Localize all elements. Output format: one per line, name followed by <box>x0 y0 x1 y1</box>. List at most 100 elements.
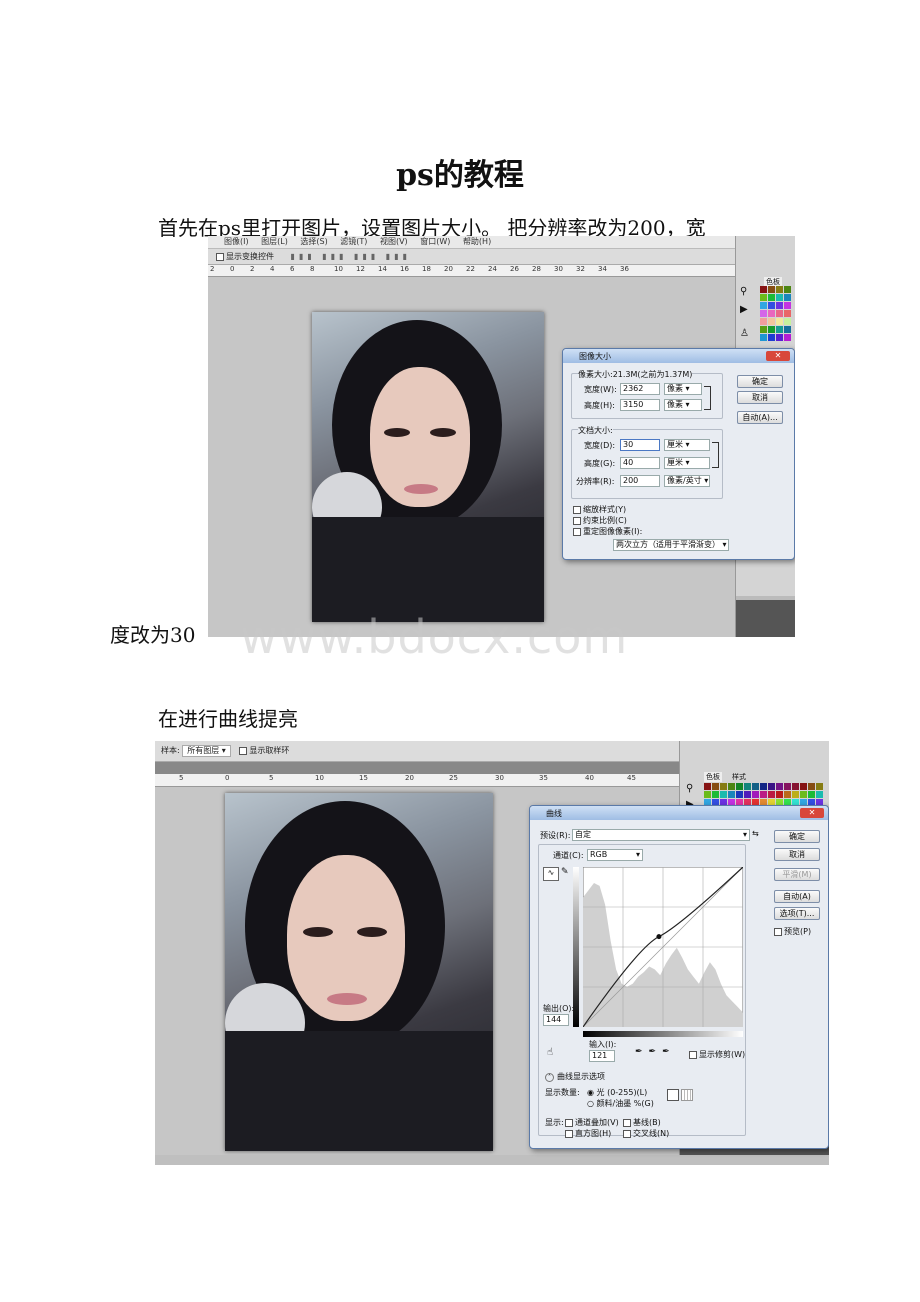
show-ring-checkbox[interactable]: 显示取样环 <box>239 746 289 755</box>
ok-button[interactable]: 确定 <box>774 830 820 843</box>
preset-select[interactable]: 自定 ▾ <box>572 829 750 841</box>
color-swatch[interactable] <box>776 302 783 309</box>
sample-select[interactable]: 所有图层 ▾ <box>182 745 231 757</box>
color-swatch[interactable] <box>712 791 719 798</box>
color-swatch[interactable] <box>776 310 783 317</box>
color-swatch[interactable] <box>768 302 775 309</box>
color-swatch[interactable] <box>760 334 767 341</box>
color-swatch[interactable] <box>760 294 767 301</box>
color-swatch[interactable] <box>760 318 767 325</box>
color-swatch[interactable] <box>752 783 759 790</box>
panel-tab-styles[interactable]: 样式 <box>730 772 748 782</box>
align-icons[interactable]: ▮▮▮ ▮▮▮ ▮▮▮ ▮▮▮ <box>291 252 411 261</box>
color-swatch[interactable] <box>776 318 783 325</box>
amount-pigment-radio[interactable]: ○ 颜料/油墨 %(G) <box>587 1098 654 1109</box>
color-swatch[interactable] <box>776 326 783 333</box>
play-icon[interactable]: ▶ <box>740 304 754 316</box>
output-input[interactable]: 144 <box>543 1014 569 1026</box>
auto-button[interactable]: 自动(A) <box>774 890 820 903</box>
color-swatch[interactable] <box>784 783 791 790</box>
doc-width-input[interactable]: 30 <box>620 439 660 451</box>
preview-checkbox[interactable]: 预览(P) <box>774 926 811 937</box>
auto-button[interactable]: 自动(A)... <box>737 411 783 424</box>
ok-button[interactable]: 确定 <box>737 375 783 388</box>
resolution-input[interactable]: 200 <box>620 475 660 487</box>
hand-adjust-icon[interactable]: ☝ <box>547 1047 553 1058</box>
tool-icon[interactable]: ⚲ <box>740 286 754 300</box>
color-swatch[interactable] <box>808 783 815 790</box>
histogram-checkbox[interactable]: 直方图(H) <box>565 1128 611 1139</box>
options-button[interactable]: 选项(T)... <box>774 907 820 920</box>
input-input[interactable]: 121 <box>589 1050 615 1062</box>
color-swatch[interactable] <box>768 318 775 325</box>
grid-detailed-icon[interactable] <box>681 1089 693 1101</box>
color-swatch[interactable] <box>784 334 791 341</box>
doc-width-unit[interactable]: 厘米 ▾ <box>664 439 710 451</box>
color-swatch[interactable] <box>760 310 767 317</box>
channel-overlay-checkbox[interactable]: 通道叠加(V) <box>565 1117 619 1128</box>
color-swatch[interactable] <box>728 783 735 790</box>
color-swatch[interactable] <box>784 286 791 293</box>
color-swatch[interactable] <box>808 791 815 798</box>
cancel-button[interactable]: 取消 <box>774 848 820 861</box>
curve-point[interactable] <box>656 934 662 940</box>
horizontal-scrollbar[interactable] <box>155 1155 829 1165</box>
color-swatch[interactable] <box>800 791 807 798</box>
panel-tab-swatches[interactable]: 色板 <box>704 772 722 782</box>
preset-options-icon[interactable]: ⇆ <box>752 829 759 838</box>
color-swatch[interactable] <box>744 791 751 798</box>
color-swatch[interactable] <box>784 294 791 301</box>
color-swatch[interactable] <box>768 294 775 301</box>
color-swatch[interactable] <box>704 791 711 798</box>
color-swatch[interactable] <box>816 791 823 798</box>
menu-item[interactable]: 视图(V) <box>380 237 408 246</box>
color-swatch[interactable] <box>728 791 735 798</box>
pixel-width-unit[interactable]: 像素 ▾ <box>664 383 702 395</box>
person-icon[interactable]: ♙ <box>740 328 754 340</box>
curve-edit-icon[interactable]: ∿ <box>543 867 559 881</box>
grid-simple-icon[interactable] <box>667 1089 679 1101</box>
color-swatch[interactable] <box>752 791 759 798</box>
color-swatch[interactable] <box>784 302 791 309</box>
color-swatch[interactable] <box>768 286 775 293</box>
color-swatch[interactable] <box>784 326 791 333</box>
color-swatch[interactable] <box>760 326 767 333</box>
color-swatch[interactable] <box>776 334 783 341</box>
color-swatch[interactable] <box>736 791 743 798</box>
color-swatch[interactable] <box>792 783 799 790</box>
menu-item[interactable]: 滤镜(T) <box>340 237 367 246</box>
color-swatch[interactable] <box>768 334 775 341</box>
color-swatch[interactable] <box>776 791 783 798</box>
color-swatch[interactable] <box>776 286 783 293</box>
display-options-toggle[interactable]: ˄ 曲线显示选项 <box>545 1071 605 1082</box>
show-transform-checkbox[interactable]: 显示变换控件 <box>216 252 274 261</box>
show-clipping-checkbox[interactable]: 显示修剪(W) <box>689 1049 745 1060</box>
color-swatch[interactable] <box>768 783 775 790</box>
scale-styles-checkbox[interactable]: 缩放样式(Y) <box>573 504 626 515</box>
tool-icon[interactable]: ⚲ <box>686 783 693 794</box>
color-swatch[interactable] <box>776 294 783 301</box>
pixel-width-input[interactable]: 2362 <box>620 383 660 395</box>
swatch-grid[interactable] <box>760 286 795 342</box>
close-icon[interactable]: ✕ <box>766 351 790 361</box>
doc-height-input[interactable]: 40 <box>620 457 660 469</box>
color-swatch[interactable] <box>792 791 799 798</box>
color-swatch[interactable] <box>744 783 751 790</box>
color-swatch[interactable] <box>768 791 775 798</box>
constrain-checkbox[interactable]: 约束比例(C) <box>573 515 627 526</box>
color-swatch[interactable] <box>760 783 767 790</box>
amount-light-radio[interactable]: ◉ 光 (0-255)(L) <box>587 1087 647 1098</box>
color-swatch[interactable] <box>712 783 719 790</box>
color-swatch[interactable] <box>776 783 783 790</box>
menu-item[interactable]: 图像(I) <box>224 237 249 246</box>
color-swatch[interactable] <box>736 783 743 790</box>
color-swatch[interactable] <box>784 791 791 798</box>
menu-item[interactable]: 帮助(H) <box>463 237 491 246</box>
eyedropper-icons[interactable]: ✒✒✒ <box>635 1047 676 1057</box>
color-swatch[interactable] <box>800 783 807 790</box>
intersection-checkbox[interactable]: 交叉线(N) <box>623 1128 669 1139</box>
color-swatch[interactable] <box>816 783 823 790</box>
color-swatch[interactable] <box>720 783 727 790</box>
close-icon[interactable]: ✕ <box>800 808 824 818</box>
color-swatch[interactable] <box>720 791 727 798</box>
